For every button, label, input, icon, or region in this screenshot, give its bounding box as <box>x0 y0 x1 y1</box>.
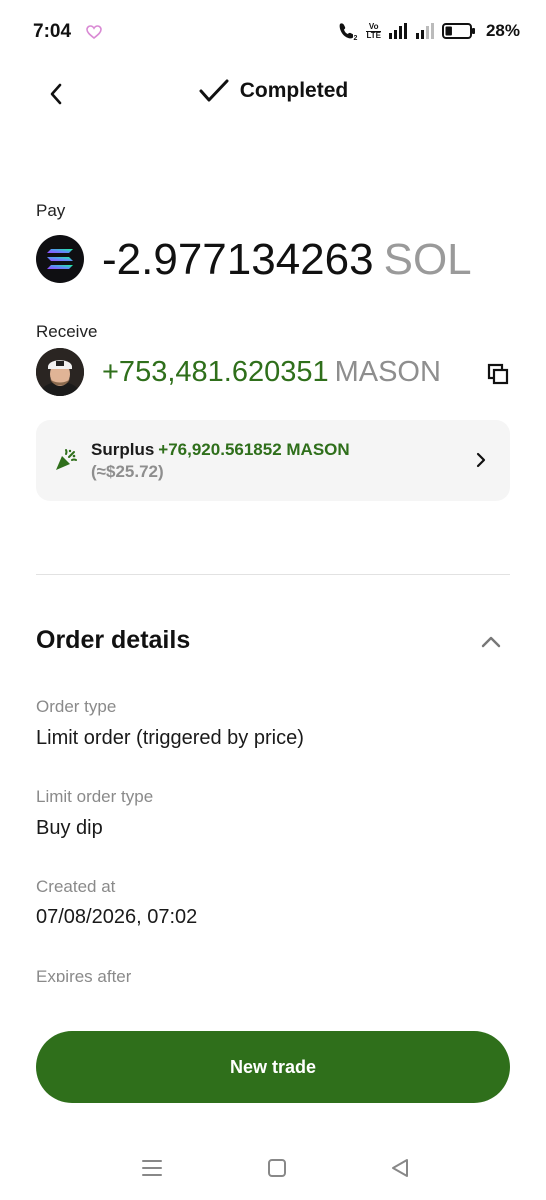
expires-after-label: Expires after <box>36 967 132 982</box>
nav-back-button[interactable] <box>385 1154 415 1182</box>
pay-amount-value: -2.977134263 <box>102 235 374 284</box>
surplus-value: +76,920.561852 MASON <box>158 440 350 459</box>
created-at-label: Created at <box>36 877 116 896</box>
heart-notification-icon <box>86 25 102 39</box>
page-title: Completed <box>239 79 349 102</box>
surplus-summary: Surplus +76,920.561852 MASON <box>91 440 350 460</box>
order-type-label: Order type <box>36 697 117 716</box>
checkmark-icon <box>199 79 229 102</box>
system-nav-bar <box>0 1140 546 1200</box>
wifi-call-icon: 2 <box>340 23 359 41</box>
created-at-value: 07/08/2026, 07:02 <box>36 906 198 928</box>
receive-amount: +753,481.620351 MASON <box>102 354 441 390</box>
volte-bottom: LTE <box>366 30 381 40</box>
pay-symbol: SOL <box>383 235 472 284</box>
header: Completed <box>0 78 546 104</box>
solana-logo-icon <box>36 235 84 283</box>
menu-icon <box>142 1160 162 1176</box>
pay-amount: -2.977134263 SOL <box>102 234 472 286</box>
pay-label: Pay <box>36 201 66 220</box>
limit-order-type-value: Buy dip <box>36 817 103 839</box>
mason-avatar <box>36 348 84 396</box>
surplus-label: Surplus <box>91 440 155 459</box>
back-triangle-icon <box>392 1159 408 1177</box>
svg-text:2: 2 <box>354 35 358 41</box>
battery-icon <box>441 23 475 39</box>
new-trade-button[interactable]: New trade <box>36 1031 510 1103</box>
signal-sim2-icon <box>415 23 434 39</box>
copy-icon <box>487 363 509 385</box>
status-bar: 7:04 2 Vo LTE 28% <box>0 0 546 62</box>
order-details-title: Order details <box>36 626 191 654</box>
signal-sim1-icon <box>388 23 407 39</box>
receive-label: Receive <box>36 322 98 341</box>
divider <box>36 574 510 575</box>
copy-button[interactable] <box>484 360 512 388</box>
chevron-up-icon <box>481 636 501 648</box>
volte-top: Vo <box>368 21 379 31</box>
status-icons: 2 Vo LTE 28% <box>337 21 520 41</box>
receive-amount-value: +753,481.620351 <box>102 356 329 388</box>
limit-order-type-label: Limit order type <box>36 787 154 806</box>
nav-home-button[interactable] <box>262 1154 292 1182</box>
volte-icon: Vo LTE <box>366 21 381 40</box>
battery-percent: 28% <box>485 21 520 40</box>
collapse-order-details-button[interactable] <box>476 628 506 656</box>
chevron-right-icon <box>476 452 486 468</box>
status-time: 7:04 <box>33 21 72 42</box>
surplus-card[interactable]: Surplus +76,920.561852 MASON (≈$25.72) <box>36 420 510 501</box>
order-type-value: Limit order (triggered by price) <box>36 727 304 749</box>
home-square-icon <box>268 1159 286 1177</box>
receive-symbol: MASON <box>334 356 441 388</box>
surplus-usd: (≈$25.72) <box>91 462 164 481</box>
party-popper-icon <box>56 449 77 470</box>
nav-recents-button[interactable] <box>137 1154 167 1182</box>
